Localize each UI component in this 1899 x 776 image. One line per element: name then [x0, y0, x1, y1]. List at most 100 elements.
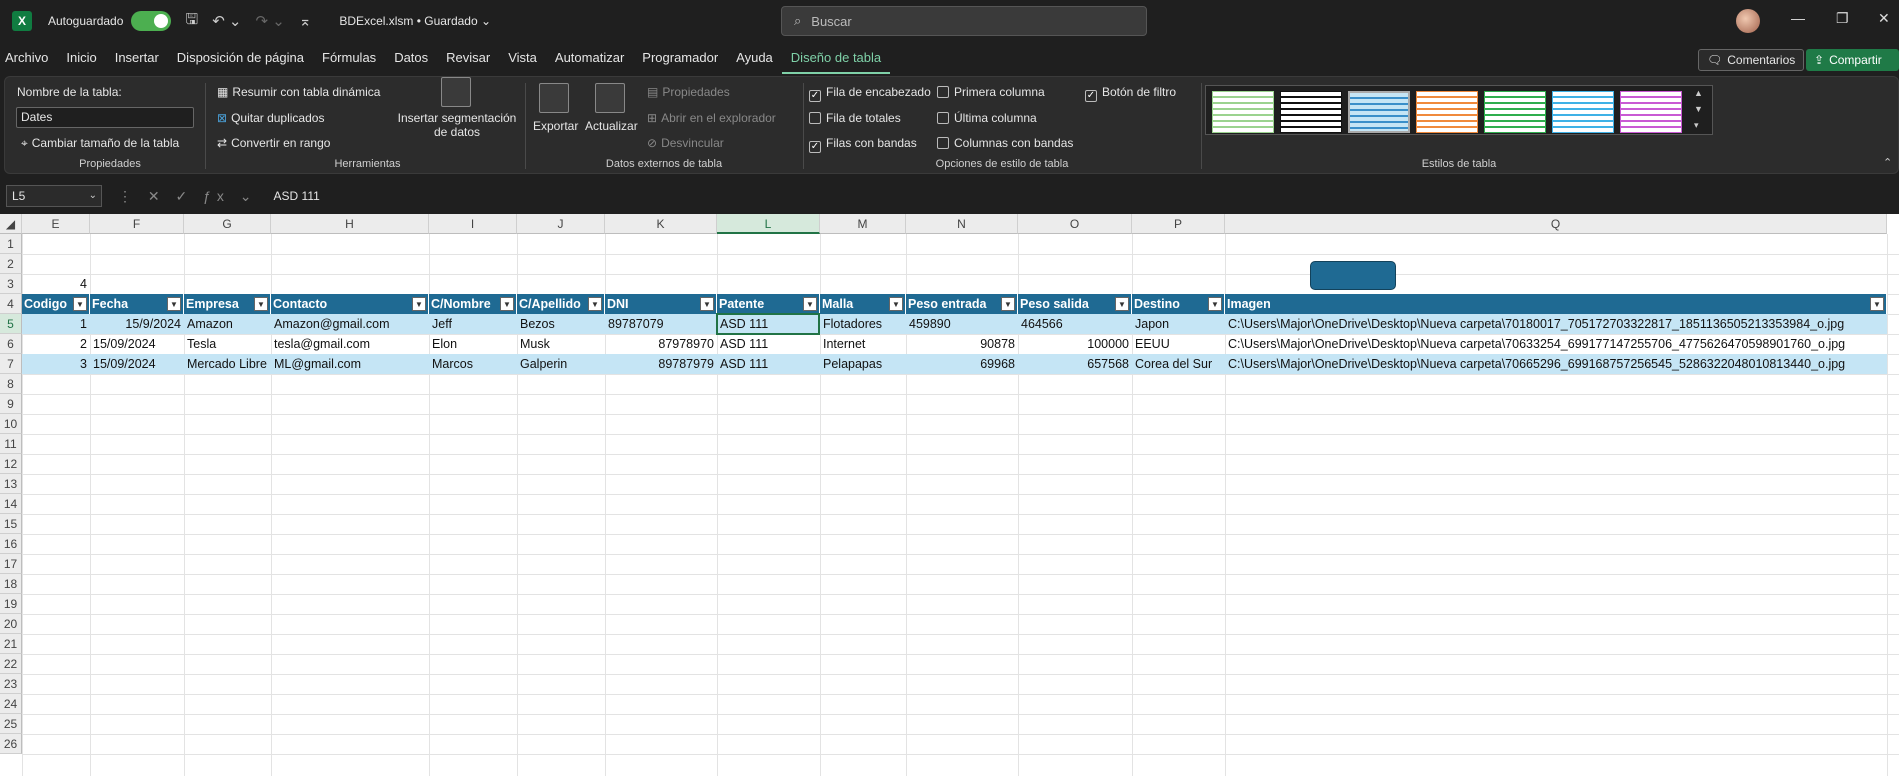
- row-header-23[interactable]: 23: [0, 674, 22, 694]
- user-avatar[interactable]: [1736, 9, 1760, 33]
- row-header-16[interactable]: 16: [0, 534, 22, 554]
- table-cell[interactable]: Flotadores: [820, 314, 906, 334]
- tab-diseno-de-tabla[interactable]: Diseño de tabla: [781, 42, 891, 74]
- table-cell[interactable]: C:\Users\Major\OneDrive\Desktop\Nueva ca…: [1225, 314, 1899, 334]
- resize-table-button[interactable]: ⌖ Cambiar tamaño de la tabla: [21, 136, 179, 151]
- table-cell[interactable]: ASD 111: [717, 354, 820, 374]
- filter-dropdown-icon[interactable]: ▼: [588, 297, 602, 311]
- save-icon[interactable]: 🖫: [185, 9, 198, 34]
- column-header-g[interactable]: G: [184, 214, 271, 234]
- table-cell[interactable]: tesla@gmail.com: [271, 334, 429, 354]
- properties-button[interactable]: ▤ Propiedades: [647, 85, 730, 99]
- table-styles-gallery[interactable]: ▲ ▼ ▾: [1205, 85, 1713, 135]
- table-cell[interactable]: 459890: [906, 314, 1018, 334]
- row-header-15[interactable]: 15: [0, 514, 22, 534]
- filter-dropdown-icon[interactable]: ▼: [1208, 297, 1222, 311]
- table-style-swatch-selected[interactable]: [1348, 91, 1410, 133]
- tab-programador[interactable]: Programador: [633, 42, 727, 74]
- filter-dropdown-icon[interactable]: ▼: [1001, 297, 1015, 311]
- table-style-swatch[interactable]: [1416, 91, 1478, 133]
- name-box[interactable]: L5 ⌄: [6, 185, 102, 207]
- insert-slicer-button[interactable]: Insertar segmentación de datos: [395, 111, 519, 139]
- gallery-down-icon[interactable]: ▼: [1694, 104, 1703, 114]
- table-cell[interactable]: 15/9/2024: [90, 314, 184, 334]
- slicer-icon[interactable]: [441, 77, 471, 107]
- redo-icon[interactable]: ↷ ⌄: [256, 12, 285, 30]
- table-cell[interactable]: 657568: [1018, 354, 1132, 374]
- filter-dropdown-icon[interactable]: ▼: [167, 297, 181, 311]
- tab-insertar[interactable]: Insertar: [106, 42, 168, 74]
- customize-quick-access-icon[interactable]: ⌅: [299, 12, 312, 30]
- column-header-l[interactable]: L: [717, 214, 820, 234]
- table-cell[interactable]: C:\Users\Major\OneDrive\Desktop\Nueva ca…: [1225, 354, 1899, 374]
- filter-button-checkbox[interactable]: ✓ Botón de filtro: [1085, 85, 1176, 102]
- refresh-icon[interactable]: [595, 83, 625, 113]
- table-header-cell[interactable]: Contacto: [271, 294, 429, 314]
- column-header-o[interactable]: O: [1018, 214, 1132, 234]
- table-cell[interactable]: 2: [22, 334, 90, 354]
- filter-dropdown-icon[interactable]: ▼: [73, 297, 87, 311]
- row-header-26[interactable]: 26: [0, 734, 22, 754]
- column-header-i[interactable]: I: [429, 214, 517, 234]
- table-cell[interactable]: Japon: [1132, 314, 1225, 334]
- filter-dropdown-icon[interactable]: ▼: [500, 297, 514, 311]
- table-cell[interactable]: 464566: [1018, 314, 1132, 334]
- share-button[interactable]: ⇪ Compartir: [1806, 49, 1899, 71]
- row-header-12[interactable]: 12: [0, 454, 22, 474]
- tab-datos[interactable]: Datos: [385, 42, 437, 74]
- unlink-button[interactable]: ⊘ Desvincular: [647, 136, 724, 150]
- table-cell[interactable]: Galperin: [517, 354, 605, 374]
- tab-revisar[interactable]: Revisar: [437, 42, 499, 74]
- totals-row-checkbox[interactable]: Fila de totales: [809, 111, 901, 125]
- maximize-icon[interactable]: ❐: [1836, 10, 1849, 27]
- header-row-checkbox[interactable]: ✓ Fila de encabezado: [809, 85, 931, 102]
- tab-formulas[interactable]: Fórmulas: [313, 42, 385, 74]
- row-header-13[interactable]: 13: [0, 474, 22, 494]
- convert-range-button[interactable]: ⇄ Convertir en rango: [217, 136, 330, 150]
- row-header-20[interactable]: 20: [0, 614, 22, 634]
- formula-buttons-icon[interactable]: ⋮ ✕ ✓ ƒx ⌄: [118, 188, 258, 205]
- row-header-2[interactable]: 2: [0, 254, 22, 274]
- open-browser-button[interactable]: ⊞ Abrir en el explorador: [647, 111, 776, 125]
- row-header-21[interactable]: 21: [0, 634, 22, 654]
- formula-input[interactable]: ASD 111: [274, 189, 320, 203]
- row-header-6[interactable]: 6: [0, 334, 22, 354]
- filter-dropdown-icon[interactable]: ▼: [1115, 297, 1129, 311]
- tab-inicio[interactable]: Inicio: [57, 42, 105, 74]
- row-header-24[interactable]: 24: [0, 694, 22, 714]
- tab-automatizar[interactable]: Automatizar: [546, 42, 633, 74]
- filter-dropdown-icon[interactable]: ▼: [700, 297, 714, 311]
- table-cell[interactable]: 89787079: [605, 314, 717, 334]
- table-cell[interactable]: 90878: [906, 334, 1018, 354]
- table-style-swatch[interactable]: [1620, 91, 1682, 133]
- row-header-18[interactable]: 18: [0, 574, 22, 594]
- column-header-k[interactable]: K: [605, 214, 717, 234]
- table-cell[interactable]: EEUU: [1132, 334, 1225, 354]
- table-cell[interactable]: 87978970: [605, 334, 717, 354]
- row-header-22[interactable]: 22: [0, 654, 22, 674]
- remove-duplicates-button[interactable]: ⊠ Quitar duplicados: [217, 111, 324, 125]
- column-header-j[interactable]: J: [517, 214, 605, 234]
- comments-button[interactable]: 🗨 Comentarios: [1698, 49, 1805, 71]
- table-cell[interactable]: Mercado Libre: [184, 354, 271, 374]
- filter-dropdown-icon[interactable]: ▼: [1870, 297, 1884, 311]
- row-header-9[interactable]: 9: [0, 394, 22, 414]
- row-header-7[interactable]: 7: [0, 354, 22, 374]
- table-header-cell[interactable]: Imagen: [1225, 294, 1887, 314]
- table-cell[interactable]: ML@gmail.com: [271, 354, 429, 374]
- tab-disposicion[interactable]: Disposición de página: [168, 42, 313, 74]
- table-cell[interactable]: Corea del Sur: [1132, 354, 1225, 374]
- table-style-swatch[interactable]: [1212, 91, 1274, 133]
- table-cell[interactable]: Elon: [429, 334, 517, 354]
- autosave-toggle[interactable]: [131, 11, 172, 31]
- select-all-corner[interactable]: ◢: [0, 214, 22, 234]
- row-header-3[interactable]: 3: [0, 274, 22, 294]
- table-cell[interactable]: C:\Users\Major\OneDrive\Desktop\Nueva ca…: [1225, 334, 1899, 354]
- search-box[interactable]: ⌕ Buscar: [781, 6, 1147, 36]
- column-header-n[interactable]: N: [906, 214, 1018, 234]
- table-cell[interactable]: 1: [22, 314, 90, 334]
- row-header-17[interactable]: 17: [0, 554, 22, 574]
- table-cell[interactable]: Amazon@gmail.com: [271, 314, 429, 334]
- table-cell[interactable]: Marcos: [429, 354, 517, 374]
- macro-shape-button[interactable]: [1310, 261, 1396, 290]
